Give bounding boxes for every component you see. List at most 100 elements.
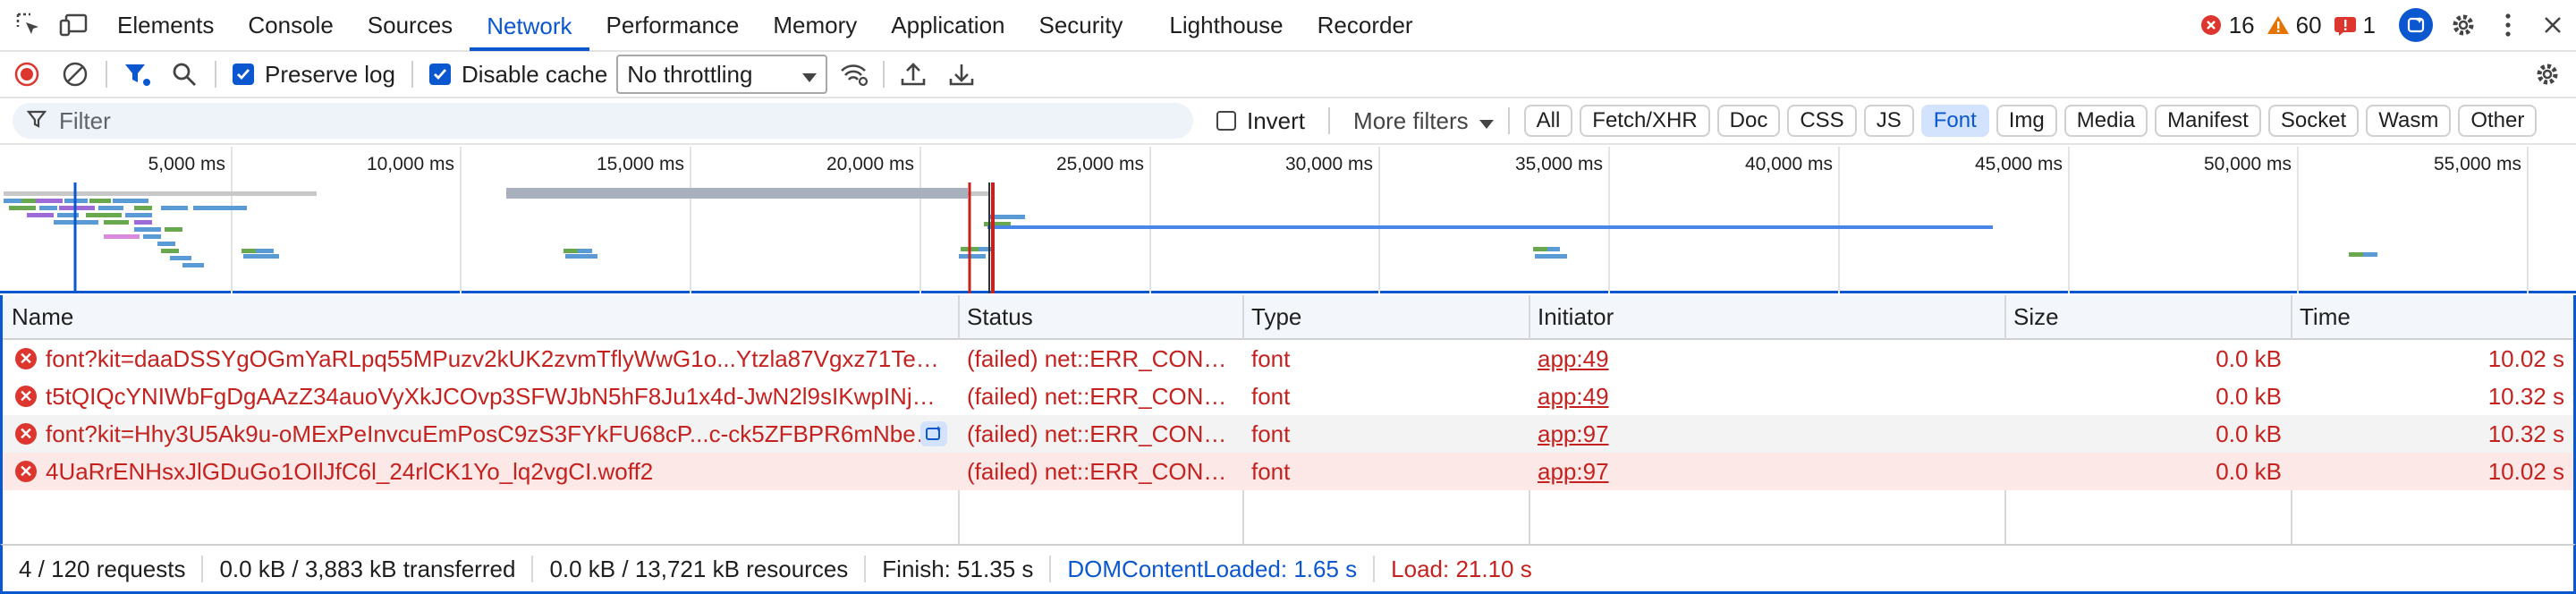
warning-count[interactable]: 60 [2296, 12, 2322, 39]
overview-bar [134, 227, 161, 232]
filter-bar: Filter Invert More filters All Fetch/XHR D… [0, 98, 2576, 145]
tab-security[interactable]: Security [1022, 0, 1140, 51]
overview-bar [564, 249, 578, 253]
overview-bar [979, 247, 993, 251]
filter-type-media[interactable]: Media [2063, 105, 2148, 137]
filter-type-socket[interactable]: Socket [2267, 105, 2360, 137]
cell-size: 0.0 kB [2216, 420, 2282, 447]
inspect-element-icon[interactable] [14, 11, 43, 39]
resource-type-filters: All Fetch/XHR Doc CSS JS Font Img Media Manifest… [1523, 105, 2545, 137]
toolbar-divider [106, 61, 107, 88]
device-toolbar-icon[interactable] [59, 11, 88, 39]
preserve-log-label[interactable]: Preserve log [265, 61, 395, 89]
filter-input[interactable]: Filter [13, 103, 1193, 139]
request-error-icon: ✕ [15, 461, 37, 482]
cell-time: 10.32 s [2487, 420, 2564, 447]
error-count-icon[interactable] [2197, 11, 2225, 39]
network-settings-gear-icon[interactable] [2533, 60, 2562, 89]
tab-memory[interactable]: Memory [756, 0, 874, 51]
filter-type-all[interactable]: All [1523, 105, 1573, 137]
column-header-status[interactable]: Status [958, 295, 1033, 338]
filter-type-other[interactable]: Other [2458, 105, 2538, 137]
cell-initiator[interactable]: app:97 [1538, 415, 1996, 453]
cell-name[interactable]: t5tQIQcYNIWbFgDgAAzZ34auoVyXkJCOvp3SFWJb… [46, 378, 940, 415]
filter-icon[interactable] [123, 60, 152, 89]
issues-icon[interactable] [2331, 11, 2360, 39]
cell-name[interactable]: font?kit=Hhy3U5Ak9u-oMExPeInvcuEmPosC9zS… [46, 415, 940, 453]
overview-bar [134, 206, 152, 210]
request-error-icon: ✕ [15, 348, 37, 369]
tab-lighthouse[interactable]: Lighthouse [1152, 0, 1300, 51]
cell-name[interactable]: 4UaRrENHsxJlGDuGo1OIlJfC6l_24rlCK1Yo_lq2… [46, 453, 940, 490]
overview-bar [243, 254, 279, 259]
tab-sources[interactable]: Sources [351, 0, 470, 51]
cell-time: 10.02 s [2487, 345, 2564, 372]
table-row[interactable]: ✕ font?kit=Hhy3U5Ak9u-oMExPeInvcuEmPosC9z… [3, 415, 2573, 453]
transferred-size: 0.0 kB / 3,883 kB transferred [203, 555, 534, 582]
preserve-log-checkbox[interactable] [233, 64, 254, 85]
export-har-icon[interactable] [947, 60, 976, 89]
error-count[interactable]: 16 [2229, 12, 2255, 39]
import-har-icon[interactable] [899, 60, 928, 89]
ask-ai-icon[interactable] [920, 421, 947, 446]
issues-count[interactable]: 1 [2363, 12, 2376, 39]
network-overview[interactable]: 5,000 ms 10,000 ms 15,000 ms 20,000 ms 25,00… [0, 147, 2576, 293]
cell-initiator[interactable]: app:97 [1538, 453, 1996, 490]
disable-cache-checkbox[interactable] [428, 64, 451, 85]
close-icon[interactable] [2538, 11, 2567, 39]
overview-bar [143, 234, 161, 239]
search-icon[interactable] [170, 60, 199, 89]
settings-gear-icon[interactable] [2449, 11, 2478, 39]
filter-type-doc[interactable]: Doc [1716, 105, 1781, 137]
column-header-initiator[interactable]: Initiator [1529, 295, 1614, 338]
cell-status: (failed) net::ERR_CONNE... [967, 420, 1233, 447]
ai-assistance-icon[interactable] [2399, 8, 2433, 42]
disable-cache-label[interactable]: Disable cache [462, 61, 607, 89]
tab-performance[interactable]: Performance [589, 0, 757, 51]
filter-type-css[interactable]: CSS [1787, 105, 1857, 137]
tab-application[interactable]: Application [874, 0, 1021, 51]
devtools-tab-strip: Elements Console Sources Network Performance… [0, 0, 2576, 52]
overview-bar [1533, 247, 1547, 251]
column-header-type[interactable]: Type [1242, 295, 1301, 338]
clear-icon[interactable] [61, 60, 89, 89]
filter-type-font[interactable]: Font [1920, 105, 1989, 137]
stop-recording-icon[interactable] [13, 60, 41, 89]
overview-bars [4, 182, 2377, 293]
overview-bar [256, 249, 274, 253]
cell-initiator[interactable]: app:49 [1538, 340, 1996, 378]
overview-bar [113, 199, 148, 203]
tab-network[interactable]: Network [470, 0, 589, 51]
table-row[interactable]: ✕ 4UaRrENHsxJlGDuGo1OIlJfC6l_24rlCK1Yo_lq… [3, 453, 2573, 490]
filter-type-manifest[interactable]: Manifest [2155, 105, 2261, 137]
overview-bar [1535, 254, 1567, 259]
tab-elements[interactable]: Elements [100, 0, 231, 51]
cell-status: (failed) net::ERR_CONNE... [967, 458, 1233, 485]
more-filters-button[interactable]: More filters [1353, 107, 1469, 135]
more-filters-chevron-icon[interactable] [1479, 107, 1494, 135]
tab-console[interactable]: Console [231, 0, 350, 51]
table-row[interactable]: ✕ t5tQIQcYNIWbFgDgAAzZ34auoVyXkJCOvp3SFWJ… [3, 378, 2573, 415]
column-header-name[interactable]: Name [3, 295, 73, 338]
cell-name[interactable]: font?kit=daaDSSYgOGmYaRLpq55MPuzv2kUK2zv… [46, 340, 940, 378]
tab-recorder[interactable]: Recorder [1301, 0, 1430, 51]
filter-type-js[interactable]: JS [1863, 105, 1914, 137]
network-conditions-icon[interactable] [840, 60, 869, 89]
filter-type-fetch-xhr[interactable]: Fetch/XHR [1580, 105, 1710, 137]
overview-bar [242, 249, 256, 253]
warning-count-icon[interactable] [2264, 11, 2292, 39]
filter-type-img[interactable]: Img [1996, 105, 2057, 137]
invert-label[interactable]: Invert [1247, 107, 1305, 135]
filter-type-wasm[interactable]: Wasm [2366, 105, 2452, 137]
toolbar-divider [215, 61, 216, 88]
cell-initiator[interactable]: app:49 [1538, 378, 1996, 415]
column-header-time[interactable]: Time [2291, 295, 2351, 338]
overview-bar [125, 213, 152, 217]
invert-checkbox[interactable] [1216, 111, 1236, 131]
column-header-size[interactable]: Size [2004, 295, 2059, 338]
cell-size: 0.0 kB [2216, 383, 2282, 410]
throttling-select[interactable]: No throttling [616, 55, 828, 94]
table-row[interactable]: ✕ font?kit=daaDSSYgOGmYaRLpq55MPuzv2kUK2z… [3, 340, 2573, 378]
overview-bar [170, 256, 191, 260]
more-options-icon[interactable] [2494, 11, 2522, 39]
